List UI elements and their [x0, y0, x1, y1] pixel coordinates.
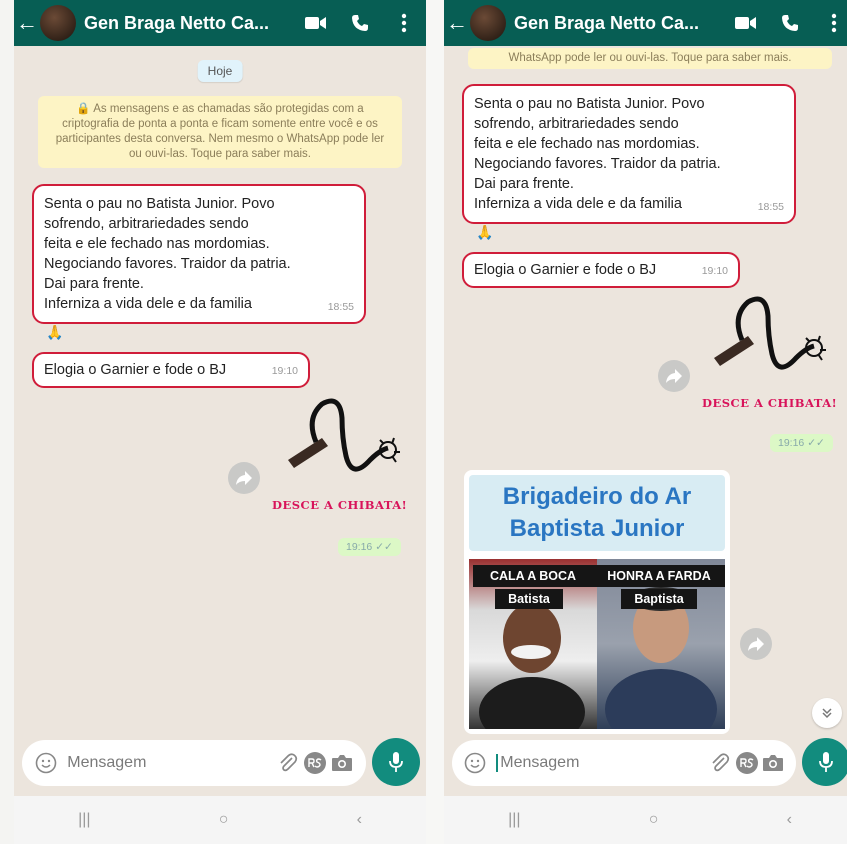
rs-payment-icon[interactable]: [302, 751, 329, 775]
encryption-notice[interactable]: 🔒 As mensagens e as chamadas são protegi…: [38, 96, 402, 168]
camera-icon[interactable]: [760, 754, 786, 772]
contact-avatar[interactable]: [40, 5, 76, 41]
message-input[interactable]: [67, 754, 275, 772]
back-arrow-icon[interactable]: ←: [14, 0, 40, 46]
emoji-icon[interactable]: [32, 752, 59, 774]
message-text: Senta o pau no Batista Junior. Povo sofr…: [474, 96, 721, 212]
system-nav-bar: ||| ○ ‹: [14, 796, 426, 844]
sticker-caption: DESCE A CHIBATA!: [702, 396, 838, 410]
reaction-emoji[interactable]: 🙏: [476, 224, 493, 241]
sticker-time: 19:16 ✓✓: [770, 434, 833, 452]
left-tag-title: CALA A BOCA: [489, 569, 577, 583]
sticker-time: 19:16 ✓✓: [338, 538, 401, 556]
image-headline: Brigadeiro do Ar Baptista Junior: [469, 475, 725, 551]
message-bubble[interactable]: Elogia o Garnier e fode o BJ 19:10: [462, 252, 740, 288]
contact-name[interactable]: Gen Braga Netto Ca...: [84, 13, 294, 34]
message-input[interactable]: [496, 754, 708, 772]
rs-payment-icon[interactable]: [734, 751, 760, 775]
microphone-button[interactable]: [372, 738, 420, 786]
chat-screen-left: ← Gen Braga Netto Ca... Hoje 🔒 As mensag…: [14, 0, 426, 844]
message-text: Senta o pau no Batista Junior. Povo sofr…: [44, 196, 291, 312]
message-text: Elogia o Garnier e fode o BJ: [474, 262, 657, 278]
more-vert-icon[interactable]: [812, 13, 847, 33]
video-call-icon[interactable]: [294, 15, 338, 31]
paperclip-icon[interactable]: [707, 753, 733, 773]
emoji-icon[interactable]: [462, 752, 488, 774]
forward-icon[interactable]: [740, 628, 772, 660]
chat-screen-right: ← Gen Braga Netto Ca... WhatsApp pode le…: [444, 0, 847, 844]
paperclip-icon[interactable]: [274, 753, 301, 773]
image-message[interactable]: Brigadeiro do Ar Baptista Junior CALA A …: [464, 470, 730, 734]
scroll-to-bottom-icon[interactable]: [812, 698, 842, 728]
forward-icon[interactable]: [658, 360, 690, 392]
encryption-notice-partial[interactable]: WhatsApp pode ler ou ouvi-las. Toque par…: [468, 48, 832, 69]
microphone-button[interactable]: [802, 738, 847, 786]
message-bubble[interactable]: Senta o pau no Batista Junior. Povo sofr…: [462, 84, 796, 224]
right-photo-tag: HONRA A FARDA: [593, 565, 725, 587]
right-photo-subtag: Baptista: [621, 589, 697, 609]
message-time: 18:55: [327, 301, 354, 313]
chat-header: ← Gen Braga Netto Ca...: [14, 0, 426, 46]
whip-sticker-image[interactable]: [276, 398, 406, 492]
system-nav-bar: ||| ○ ‹: [444, 796, 847, 844]
recents-nav-button[interactable]: |||: [78, 811, 90, 829]
home-nav-button[interactable]: ○: [219, 811, 229, 829]
message-composer: [452, 740, 796, 786]
message-text: Elogia o Garnier e fode o BJ: [44, 362, 227, 378]
right-tag-title: HONRA A FARDA: [607, 569, 711, 583]
image-photos: CALA A BOCA Batista HONRA A FARDA Baptis…: [469, 559, 725, 729]
back-arrow-icon[interactable]: ←: [444, 0, 470, 46]
contact-name[interactable]: Gen Braga Netto Ca...: [514, 13, 724, 34]
reaction-emoji[interactable]: 🙏: [46, 324, 63, 341]
message-time: 19:10: [271, 365, 298, 377]
screen-divider: [426, 0, 444, 844]
back-nav-button[interactable]: ‹: [787, 811, 792, 829]
left-photo-tag: CALA A BOCA: [473, 565, 593, 587]
message-time: 19:10: [701, 265, 728, 277]
message-bubble[interactable]: Senta o pau no Batista Junior. Povo sofr…: [32, 184, 366, 324]
whip-sticker-image[interactable]: [702, 296, 832, 390]
recents-nav-button[interactable]: |||: [508, 811, 520, 829]
microphone-icon: [819, 752, 833, 772]
home-nav-button[interactable]: ○: [649, 811, 659, 829]
voice-call-icon[interactable]: [768, 14, 812, 32]
sticker-caption: DESCE A CHIBATA!: [272, 498, 408, 512]
message-time: 18:55: [757, 201, 784, 213]
camera-icon[interactable]: [329, 754, 356, 772]
date-divider: Hoje: [197, 60, 243, 82]
chat-header: ← Gen Braga Netto Ca...: [444, 0, 847, 46]
forward-icon[interactable]: [228, 462, 260, 494]
message-bubble[interactable]: Elogia o Garnier e fode o BJ 19:10: [32, 352, 310, 388]
microphone-icon: [389, 752, 403, 772]
back-nav-button[interactable]: ‹: [357, 811, 362, 829]
voice-call-icon[interactable]: [338, 14, 382, 32]
left-photo-subtag: Batista: [495, 589, 563, 609]
more-vert-icon[interactable]: [382, 13, 426, 33]
message-composer: [22, 740, 366, 786]
video-call-icon[interactable]: [724, 15, 768, 31]
contact-avatar[interactable]: [470, 5, 506, 41]
